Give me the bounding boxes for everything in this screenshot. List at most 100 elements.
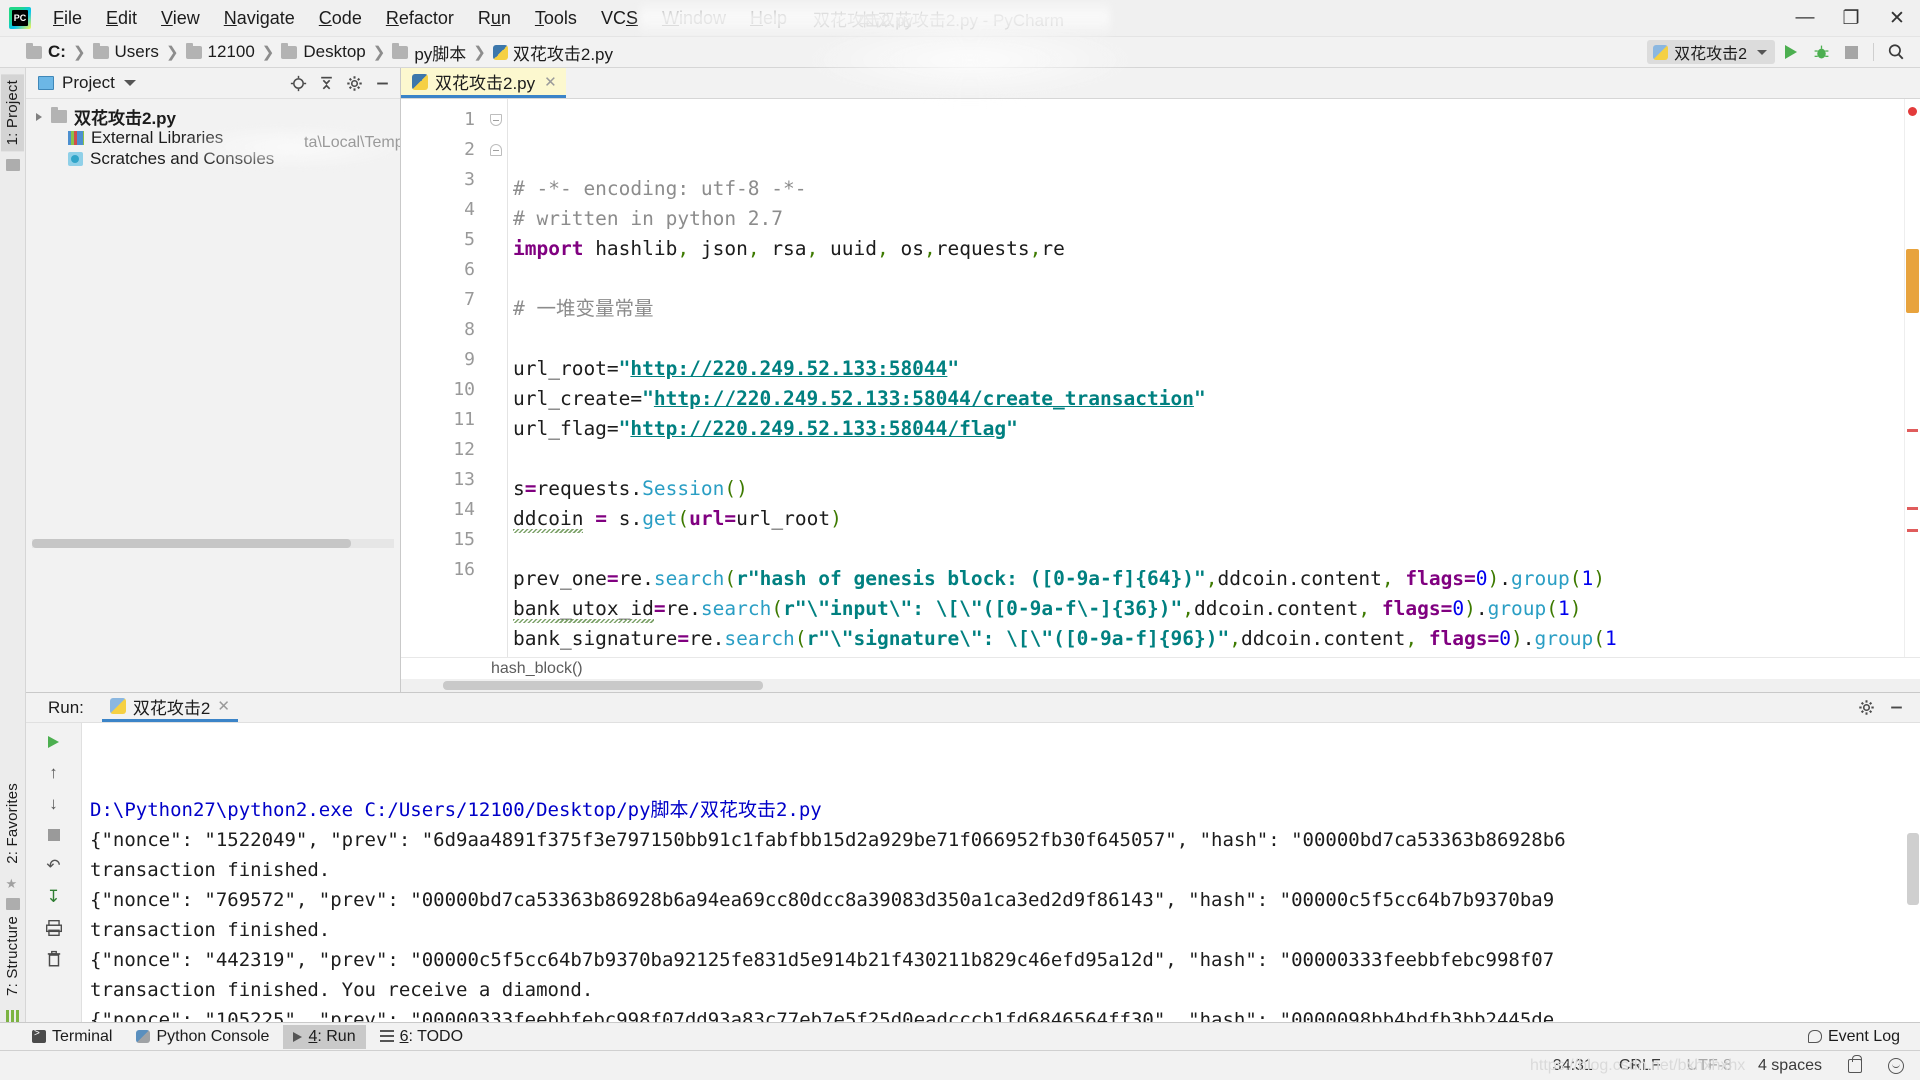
code-line[interactable]: [507, 324, 1920, 354]
locate-crosshair-icon[interactable]: [286, 71, 310, 95]
project-tree[interactable]: 双花攻击2.py External Libraries Scratches an…: [26, 99, 400, 692]
code-line[interactable]: bank_utox_id=re.search(r"\"input\": \[\"…: [507, 594, 1920, 624]
run-console-output[interactable]: D:\Python27\python2.exe C:/Users/12100/D…: [82, 723, 1920, 1022]
code-line[interactable]: url_root="http://220.249.52.133:58044": [507, 354, 1920, 384]
code-token: s: [513, 477, 525, 500]
code-editor[interactable]: 12345678910111213141516 # -*- encoding: …: [401, 99, 1920, 657]
editor-horizontal-scrollbar[interactable]: [401, 679, 1920, 692]
breadcrumb-item-users[interactable]: Users: [115, 42, 159, 62]
sidebar-item-favorites[interactable]: 2: Favorites: [1, 777, 24, 870]
scroll-down-button[interactable]: ↓: [39, 790, 69, 818]
event-log-button[interactable]: Event Log: [1808, 1028, 1920, 1046]
breadcrumb-item-desktop[interactable]: Desktop: [303, 42, 365, 62]
breadcrumb-item-12100[interactable]: 12100: [208, 42, 255, 62]
menu-item-tools[interactable]: Tools: [523, 4, 589, 33]
close-icon[interactable]: ✕: [217, 697, 230, 715]
breadcrumb-item-pyscripts[interactable]: py脚本: [414, 40, 466, 65]
indent-setting[interactable]: 4 spaces: [1758, 1057, 1822, 1075]
tool-window-run[interactable]: 4: Run: [283, 1025, 365, 1049]
inspection-face-icon[interactable]: [1888, 1058, 1904, 1074]
window-title-fragment: 双花攻击2.py: [813, 6, 913, 31]
code-line[interactable]: [507, 264, 1920, 294]
menu-item-refactor[interactable]: Refactor: [374, 4, 466, 33]
menu-item-vcs[interactable]: VCS: [589, 4, 650, 33]
menu-item-view[interactable]: View: [149, 4, 212, 33]
sidebar-item-structure[interactable]: 7: Structure: [1, 910, 24, 1002]
code-line[interactable]: # 一堆变量常量: [507, 294, 1920, 324]
code-line[interactable]: url_create="http://220.249.52.133:58044/…: [507, 384, 1920, 414]
editor-tab-active[interactable]: 双花攻击2.py ✕: [401, 68, 566, 98]
menu-item-file[interactable]: FFileile: [41, 4, 94, 33]
code-folding-column[interactable]: [485, 99, 507, 657]
menu-item-navigate[interactable]: Navigate: [212, 4, 307, 33]
stop-process-button[interactable]: [39, 821, 69, 849]
maximize-button[interactable]: ❐: [1828, 0, 1874, 36]
search-everywhere-button[interactable]: [1882, 39, 1910, 65]
console-vertical-scrollbar[interactable]: [1906, 723, 1920, 1022]
run-button[interactable]: [1777, 39, 1805, 65]
menu-item-run[interactable]: Run: [466, 4, 523, 33]
chevron-down-icon[interactable]: [124, 80, 136, 86]
hide-icon[interactable]: [1884, 696, 1908, 720]
status-bar: https://blog.csdn.net/bxhxhxhx 34:31 CRL…: [0, 1050, 1920, 1080]
stop-button[interactable]: [1837, 39, 1865, 65]
run-configuration-selector[interactable]: 双花攻击2: [1647, 40, 1775, 64]
code-line[interactable]: prev_one=re.search(r"hash of genesis blo…: [507, 564, 1920, 594]
gear-icon[interactable]: [1854, 696, 1878, 720]
fold-marker[interactable]: [485, 135, 507, 165]
code-line[interactable]: ddcoin = s.get(url=url_root): [507, 504, 1920, 534]
run-tab-active[interactable]: 双花攻击2 ✕: [102, 693, 238, 722]
code-text-area[interactable]: # -*- encoding: utf-8 -*-# written in py…: [507, 99, 1920, 657]
menu-item-window[interactable]: Window: [650, 4, 738, 33]
tool-window-terminal[interactable]: Terminal: [22, 1025, 122, 1049]
editor-bottom-breadcrumb[interactable]: hash_block(): [401, 657, 1920, 679]
line-separator[interactable]: CRLF: [1619, 1057, 1661, 1075]
file-encoding[interactable]: UTF-8: [1687, 1057, 1732, 1075]
project-tool-window: Project: [26, 68, 401, 692]
gear-icon[interactable]: [342, 71, 366, 95]
code-line[interactable]: s=requests.Session(): [507, 474, 1920, 504]
soft-wrap-button[interactable]: ↶: [39, 852, 69, 880]
chevron-right-icon[interactable]: [36, 113, 42, 121]
code-line[interactable]: # -*- encoding: utf-8 -*-: [507, 174, 1920, 204]
scroll-to-end-button[interactable]: ↧: [39, 883, 69, 911]
fold-end-icon[interactable]: [490, 144, 502, 156]
code-token: .: [1499, 567, 1511, 590]
clear-all-button[interactable]: [39, 945, 69, 973]
project-horizontal-scrollbar[interactable]: [32, 539, 394, 548]
fold-start-icon[interactable]: [490, 114, 502, 126]
collapse-all-icon[interactable]: [314, 71, 338, 95]
debug-button[interactable]: [1807, 39, 1835, 65]
code-line[interactable]: [507, 444, 1920, 474]
menu-item-edit[interactable]: Edit: [94, 4, 149, 33]
code-line[interactable]: bank_signature=re.search(r"\"signature\"…: [507, 624, 1920, 654]
tree-node-project-root[interactable]: 双花攻击2.py: [26, 106, 400, 127]
code-line[interactable]: url_flag="http://220.249.52.133:58044/fl…: [507, 414, 1920, 444]
fold-marker[interactable]: [485, 105, 507, 135]
code-line[interactable]: import hashlib, json, rsa, uuid, os,requ…: [507, 234, 1920, 264]
breadcrumb-item-c[interactable]: C:: [48, 42, 66, 62]
hide-icon[interactable]: [370, 71, 394, 95]
menu-item-code[interactable]: Code: [307, 4, 374, 33]
caret-position[interactable]: 34:31: [1553, 1057, 1593, 1075]
print-button[interactable]: [39, 914, 69, 942]
menu-item-help[interactable]: Help: [738, 4, 799, 33]
scroll-up-button[interactable]: ↑: [39, 759, 69, 787]
sidebar-item-project[interactable]: 1: Project: [1, 74, 24, 151]
menu-bar[interactable]: FFileile Edit View Navigate Code Refacto…: [41, 4, 799, 33]
tool-window-python-console[interactable]: Python Console: [126, 1025, 279, 1049]
code-line[interactable]: [507, 534, 1920, 564]
close-icon[interactable]: ✕: [544, 73, 557, 91]
code-line[interactable]: # written in python 2.7: [507, 204, 1920, 234]
error-stripe-gutter[interactable]: [1904, 99, 1920, 657]
console-output-line: transaction finished. You receive a diam…: [90, 975, 1920, 1005]
main-toolbar: 双花攻击2: [1647, 39, 1920, 65]
breadcrumb-item-file[interactable]: 双花攻击2.py: [513, 40, 613, 65]
rerun-button[interactable]: [39, 728, 69, 756]
tool-window-todo[interactable]: 6: TODO: [370, 1025, 473, 1049]
breadcrumb[interactable]: C: ❯ Users ❯ 12100 ❯ Desktop ❯ py脚本 ❯ 双花…: [26, 40, 613, 65]
minimize-button[interactable]: —: [1782, 0, 1828, 36]
close-button[interactable]: ✕: [1874, 0, 1920, 36]
lock-icon[interactable]: [1848, 1059, 1862, 1073]
window-controls[interactable]: — ❐ ✕: [1782, 0, 1920, 36]
